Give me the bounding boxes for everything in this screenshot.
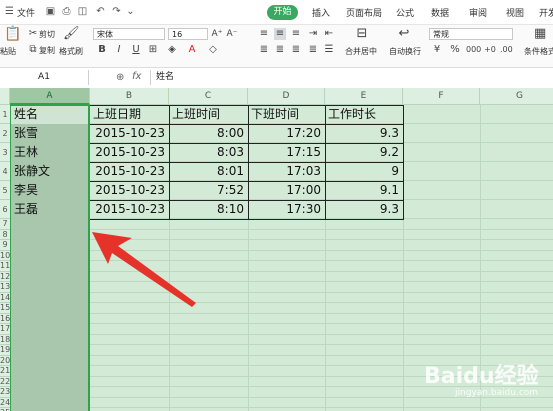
conditional-format-icon[interactable]: ▦ (534, 27, 546, 40)
percent-icon[interactable]: % (449, 44, 461, 56)
title-bar: ☰ 文件 ▣ ⎙ ◫ ↶ ↷ ⌄ 开始 插入 页面布局 公式 数据 审阅 视图 … (0, 0, 553, 25)
tab-data[interactable]: 数据 (431, 6, 449, 19)
print-icon[interactable]: ⎙ (61, 6, 72, 17)
underline-icon[interactable]: U (130, 44, 142, 56)
eraser-icon[interactable]: ◇ (207, 44, 219, 56)
align-right-icon[interactable]: ≣ (290, 44, 302, 56)
align-bottom-icon[interactable]: ≡ (290, 28, 302, 40)
justify-icon[interactable]: ≣ (307, 44, 319, 56)
preview-icon[interactable]: ◫ (77, 6, 88, 17)
tab-review[interactable]: 审阅 (469, 6, 487, 19)
currency-icon[interactable]: ¥ (431, 44, 443, 56)
number-format-select[interactable]: 常规 (429, 28, 513, 40)
conditional-format-button[interactable]: 条件格式 (524, 46, 553, 57)
align-left-icon[interactable]: ≣ (258, 44, 270, 56)
name-box[interactable]: A1 (0, 70, 89, 85)
tab-developer[interactable]: 开发 (539, 6, 553, 19)
bold-icon[interactable]: B (96, 44, 108, 56)
wrap-icon[interactable]: ↩ (398, 27, 410, 40)
merge-center-button[interactable]: 合并居中 (345, 46, 377, 57)
font-grow-icon[interactable]: A⁺ (211, 28, 223, 40)
align-center-icon[interactable]: ≣ (274, 44, 286, 56)
cut-button[interactable]: 剪切 (39, 29, 55, 40)
align-top-icon[interactable]: ≡ (258, 28, 270, 40)
more-icon[interactable]: ⌄ (125, 6, 136, 17)
tab-formulas[interactable]: 公式 (396, 6, 414, 19)
undo-icon[interactable]: ↶ (95, 6, 106, 17)
watermark-brand: Baidu经验 (424, 364, 539, 389)
distribute-icon[interactable]: ☰ (323, 44, 335, 56)
align-middle-icon[interactable]: ≡ (274, 28, 286, 40)
font-size-select[interactable]: 16 (168, 28, 208, 40)
font-name-select[interactable]: 宋体 (93, 28, 165, 40)
thousands-icon[interactable]: 000 (466, 44, 481, 56)
italic-icon[interactable]: I (113, 44, 125, 56)
spreadsheet-grid[interactable]: A B C D E F G 1 2 3 4 5 6 7 8 9 10 11 12 13 14 15 16 17 1… (0, 88, 553, 411)
font-shrink-icon[interactable]: A⁻ (226, 28, 238, 40)
paste-icon[interactable]: 📋 (4, 27, 21, 41)
zoom-icon[interactable]: ⊕ (116, 72, 124, 83)
decrease-decimal-icon[interactable]: .00 (500, 44, 513, 56)
tab-view[interactable]: 视图 (506, 6, 524, 19)
tab-insert[interactable]: 插入 (312, 6, 330, 19)
indent-icon[interactable]: ⇥ (307, 28, 319, 40)
outdent-icon[interactable]: ⇤ (323, 28, 335, 40)
menu-icon[interactable]: ☰ (4, 6, 15, 17)
border-icon[interactable]: ⊞ (147, 44, 159, 56)
fx-label[interactable]: fx (132, 71, 141, 82)
wrap-text-button[interactable]: 自动换行 (389, 46, 421, 57)
font-color-icon[interactable]: A (186, 44, 198, 56)
copy-icon[interactable]: ⧉ (27, 44, 39, 56)
fill-color-icon[interactable]: ◈ (166, 44, 178, 56)
copy-button[interactable]: 复制 (39, 45, 55, 56)
paste-button[interactable]: 粘贴 (0, 46, 16, 57)
formula-bar: A1 ⊕ fx 姓名 (0, 68, 553, 89)
format-painter-icon[interactable]: 🖌 (63, 27, 80, 40)
formula-input[interactable]: 姓名 (150, 70, 550, 85)
scissors-icon[interactable]: ✂ (27, 28, 39, 40)
merge-icon[interactable]: ⊟ (356, 27, 368, 40)
format-painter-button[interactable]: 格式刷 (59, 46, 83, 57)
watermark-url: jingyan.baidu.com (455, 388, 539, 398)
save-icon[interactable]: ▣ (45, 6, 56, 17)
ribbon: 📋 粘贴 ✂ 剪切 ⧉ 复制 🖌 格式刷 宋体 16 A⁺ A⁻ B I U ⊞… (0, 25, 553, 68)
tab-start[interactable]: 开始 (267, 5, 298, 20)
tab-page-layout[interactable]: 页面布局 (346, 6, 382, 19)
increase-decimal-icon[interactable]: +0 (484, 44, 496, 56)
file-menu[interactable]: 文件 (17, 6, 35, 19)
redo-icon[interactable]: ↷ (111, 6, 122, 17)
